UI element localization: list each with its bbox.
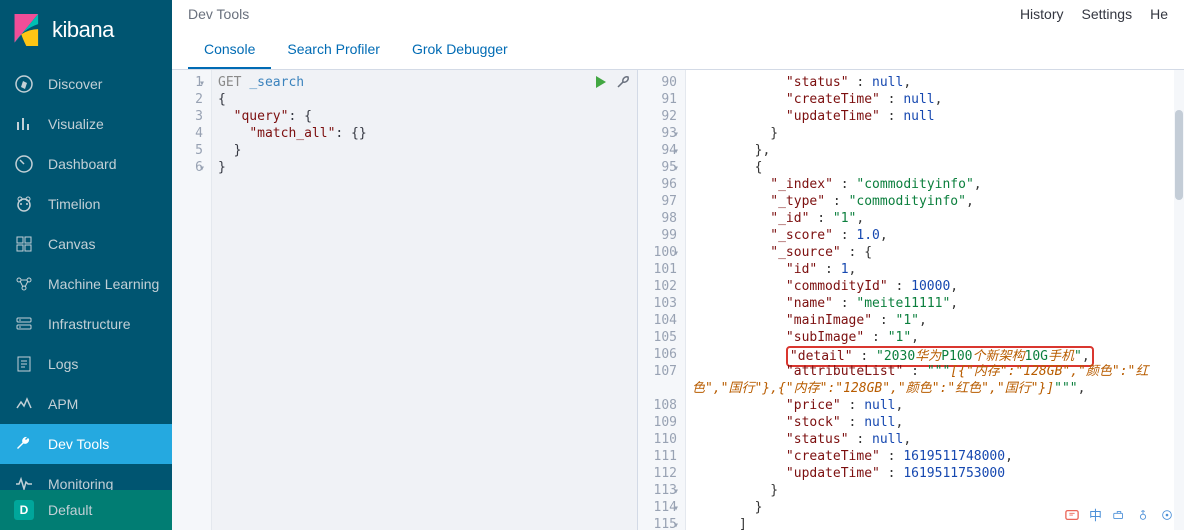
grid-icon: [14, 234, 34, 254]
request-pane: 1▾23456▾ GET _search{ "query": { "match_…: [172, 70, 638, 530]
ime-indicator: 中: [1065, 505, 1174, 524]
top-link-settings[interactable]: Settings: [1082, 6, 1133, 22]
response-editor[interactable]: 90919293▾94▾95▾96979899100▾1011021031041…: [638, 70, 1184, 530]
sidebar-item-canvas[interactable]: Canvas: [0, 224, 172, 264]
nav-label: Dev Tools: [48, 436, 109, 452]
sidebar-item-apm[interactable]: APM: [0, 384, 172, 424]
top-link-he[interactable]: He: [1150, 6, 1168, 22]
nav-label: Timelion: [48, 196, 100, 212]
bear-icon: [14, 194, 34, 214]
nav-label: Logs: [48, 356, 78, 372]
apm-icon: [14, 394, 34, 414]
sidebar-item-discover[interactable]: Discover: [0, 64, 172, 104]
nav-label: APM: [48, 396, 78, 412]
tab-console[interactable]: Console: [188, 31, 271, 69]
editor-actions: [593, 74, 631, 90]
wrench-icon: [14, 434, 34, 454]
request-editor[interactable]: 1▾23456▾ GET _search{ "query": { "match_…: [172, 70, 637, 530]
sidebar-item-dev-tools[interactable]: Dev Tools: [0, 424, 172, 464]
scrollbar-thumb[interactable]: [1175, 110, 1183, 200]
topbar: Dev Tools History Settings He: [172, 0, 1184, 23]
tab-grok-debugger[interactable]: Grok Debugger: [396, 31, 524, 69]
infra-icon: [14, 314, 34, 334]
breadcrumb: Dev Tools: [188, 6, 249, 22]
sidebar-item-visualize[interactable]: Visualize: [0, 104, 172, 144]
response-pane: 90919293▾94▾95▾96979899100▾1011021031041…: [638, 70, 1184, 530]
heartbeat-icon: [14, 474, 34, 490]
sidebar-item-logs[interactable]: Logs: [0, 344, 172, 384]
space-default[interactable]: D Default: [0, 490, 172, 530]
request-code[interactable]: GET _search{ "query": { "match_all": {} …: [212, 70, 637, 530]
sidebar-item-dashboard[interactable]: Dashboard: [0, 144, 172, 184]
panes: 1▾23456▾ GET _search{ "query": { "match_…: [172, 70, 1184, 530]
request-gutter: 1▾23456▾: [172, 70, 212, 530]
gauge-icon: [14, 154, 34, 174]
tab-search-profiler[interactable]: Search Profiler: [271, 31, 396, 69]
space-label: Default: [48, 502, 92, 518]
nav-label: Monitoring: [48, 476, 113, 490]
response-code: "status" : null, "createTime" : null, "u…: [686, 70, 1184, 530]
space-badge: D: [14, 500, 34, 520]
nav-label: Dashboard: [48, 156, 117, 172]
run-request-icon[interactable]: [593, 74, 609, 90]
top-links: History Settings He: [1020, 6, 1168, 22]
sidebar-item-timelion[interactable]: Timelion: [0, 184, 172, 224]
logs-icon: [14, 354, 34, 374]
sidebar-item-infrastructure[interactable]: Infrastructure: [0, 304, 172, 344]
main: Dev Tools History Settings He ConsoleSearc…: [172, 0, 1184, 530]
nav-label: Machine Learning: [48, 276, 159, 292]
scrollbar-track[interactable]: [1174, 70, 1184, 530]
nav-label: Discover: [48, 76, 102, 92]
kibana-logo-icon: [14, 14, 42, 46]
bar-chart-icon: [14, 114, 34, 134]
nav-label: Visualize: [48, 116, 104, 132]
ml-icon: [14, 274, 34, 294]
response-gutter: 90919293▾94▾95▾96979899100▾1011021031041…: [638, 70, 686, 530]
nav-label: Infrastructure: [48, 316, 130, 332]
sidebar-item-monitoring[interactable]: Monitoring: [0, 464, 172, 490]
sidebar: kibana Discover Visualize Dashboard Timelio…: [0, 0, 172, 530]
nav: Discover Visualize Dashboard Timelion Canvas…: [0, 64, 172, 490]
top-link-history[interactable]: History: [1020, 6, 1064, 22]
sidebar-item-machine-learning[interactable]: Machine Learning: [0, 264, 172, 304]
logo[interactable]: kibana: [0, 0, 172, 64]
logo-text: kibana: [52, 17, 114, 43]
compass-icon: [14, 74, 34, 94]
nav-label: Canvas: [48, 236, 95, 252]
wrench-icon[interactable]: [615, 74, 631, 90]
tabs: ConsoleSearch ProfilerGrok Debugger: [172, 31, 1184, 70]
